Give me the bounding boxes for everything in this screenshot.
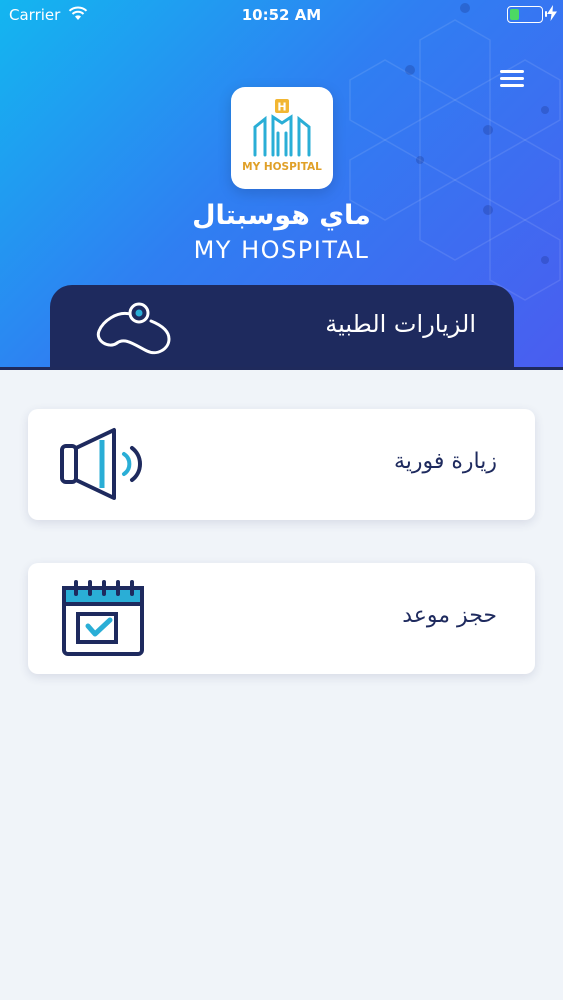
section-title: الزيارات الطبية bbox=[325, 310, 476, 338]
header-divider bbox=[0, 367, 563, 370]
hospital-logo-icon: H bbox=[253, 99, 311, 157]
brand-name-arabic: ماي هوسبتال bbox=[192, 200, 371, 231]
app-logo: H MY HOSPITAL bbox=[231, 87, 333, 189]
brand-name-english: MY HOSPITAL bbox=[193, 236, 370, 264]
charging-icon bbox=[547, 5, 557, 21]
book-appointment-card[interactable]: حجز موعد bbox=[28, 563, 535, 674]
instant-visit-card[interactable]: زيارة فورية bbox=[28, 409, 535, 520]
header-banner: Carrier 10:52 AM H MY HOSPITAL ماي هوسبت… bbox=[0, 0, 563, 370]
section-tab-medical-visits: الزيارات الطبية bbox=[50, 285, 514, 370]
status-bar: Carrier 10:52 AM bbox=[0, 0, 563, 30]
battery-icon bbox=[507, 6, 547, 23]
svg-text:H: H bbox=[277, 101, 286, 114]
stethoscope-icon bbox=[96, 302, 171, 355]
instant-visit-label: زيارة فورية bbox=[393, 449, 497, 474]
logo-caption: MY HOSPITAL bbox=[242, 161, 322, 173]
calendar-check-icon bbox=[62, 580, 144, 656]
megaphone-icon bbox=[60, 428, 142, 500]
book-appointment-label: حجز موعد bbox=[402, 603, 497, 628]
status-time: 10:52 AM bbox=[241, 6, 322, 24]
hamburger-menu-icon[interactable] bbox=[498, 68, 528, 90]
